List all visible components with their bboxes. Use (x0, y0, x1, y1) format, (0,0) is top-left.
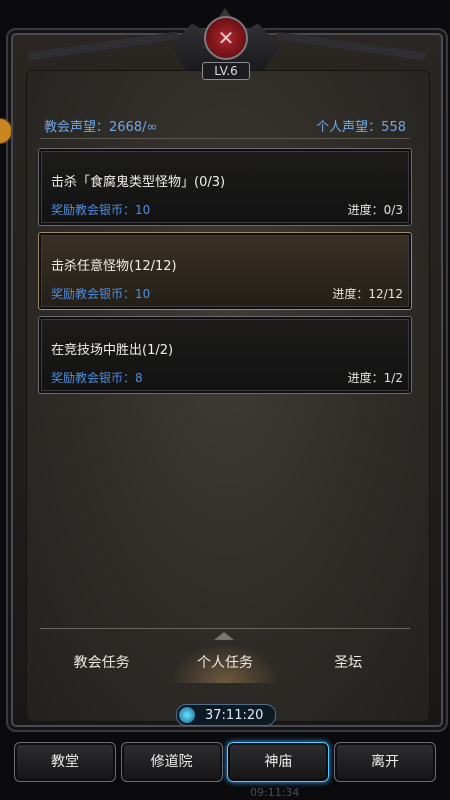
divider (40, 138, 410, 139)
quest-item[interactable]: 在竞技场中胜出(1/2) 奖励教会银币：8 进度：1/2 (38, 316, 412, 394)
tab-personal-quests[interactable]: 个人任务 (169, 643, 280, 683)
quest-item[interactable]: 击杀「食腐鬼类型怪物」(0/3) 奖励教会银币：10 进度：0/3 (38, 148, 412, 226)
quest-reward: 奖励教会银币：8 (51, 371, 143, 385)
divider (40, 628, 410, 629)
quest-title: 击杀任意怪物(12/12) (51, 259, 177, 274)
clock-icon (179, 707, 195, 723)
nav-button-monastery[interactable]: 修道院 (120, 742, 223, 782)
quest-progress: 进度：0/3 (347, 203, 403, 217)
timer-value: 37:11:20 (205, 707, 264, 723)
nav-button-leave[interactable]: 离开 (333, 742, 436, 782)
countdown-timer: 37:11:20 (176, 704, 276, 726)
tab-bar: 教会任务 个人任务 圣坛 (40, 640, 410, 686)
frame-ornament-right (276, 31, 426, 61)
quest-title: 击杀「食腐鬼类型怪物」(0/3) (51, 175, 226, 190)
nav-button-church[interactable]: 教堂 (14, 742, 116, 782)
tab-church-quests[interactable]: 教会任务 (47, 643, 157, 683)
frame-ornament-left (28, 31, 178, 61)
quest-progress: 进度：12/12 (332, 287, 403, 301)
reputation-row: 教会声望：2668/∞ 个人声望：558 (44, 116, 406, 136)
church-reputation: 教会声望：2668/∞ (44, 120, 158, 135)
background-clock-text: 09:11:34 (250, 786, 300, 799)
quest-item[interactable]: 击杀任意怪物(12/12) 奖励教会银币：10 进度：12/12 (38, 232, 412, 310)
personal-reputation: 个人声望：558 (316, 120, 406, 135)
level-badge: LV.6 (202, 62, 250, 80)
quest-progress: 进度：1/2 (347, 371, 403, 385)
church-emblem-icon: ✕ (204, 16, 248, 60)
quest-title: 在竞技场中胜出(1/2) (51, 343, 174, 358)
quest-reward: 奖励教会银币：10 (51, 203, 151, 217)
bottom-nav: 教堂 修道院 神庙 离开 (14, 742, 436, 784)
nav-button-temple[interactable]: 神庙 (227, 742, 330, 782)
tab-altar[interactable]: 圣坛 (293, 643, 403, 683)
quest-reward: 奖励教会银币：10 (51, 287, 151, 301)
